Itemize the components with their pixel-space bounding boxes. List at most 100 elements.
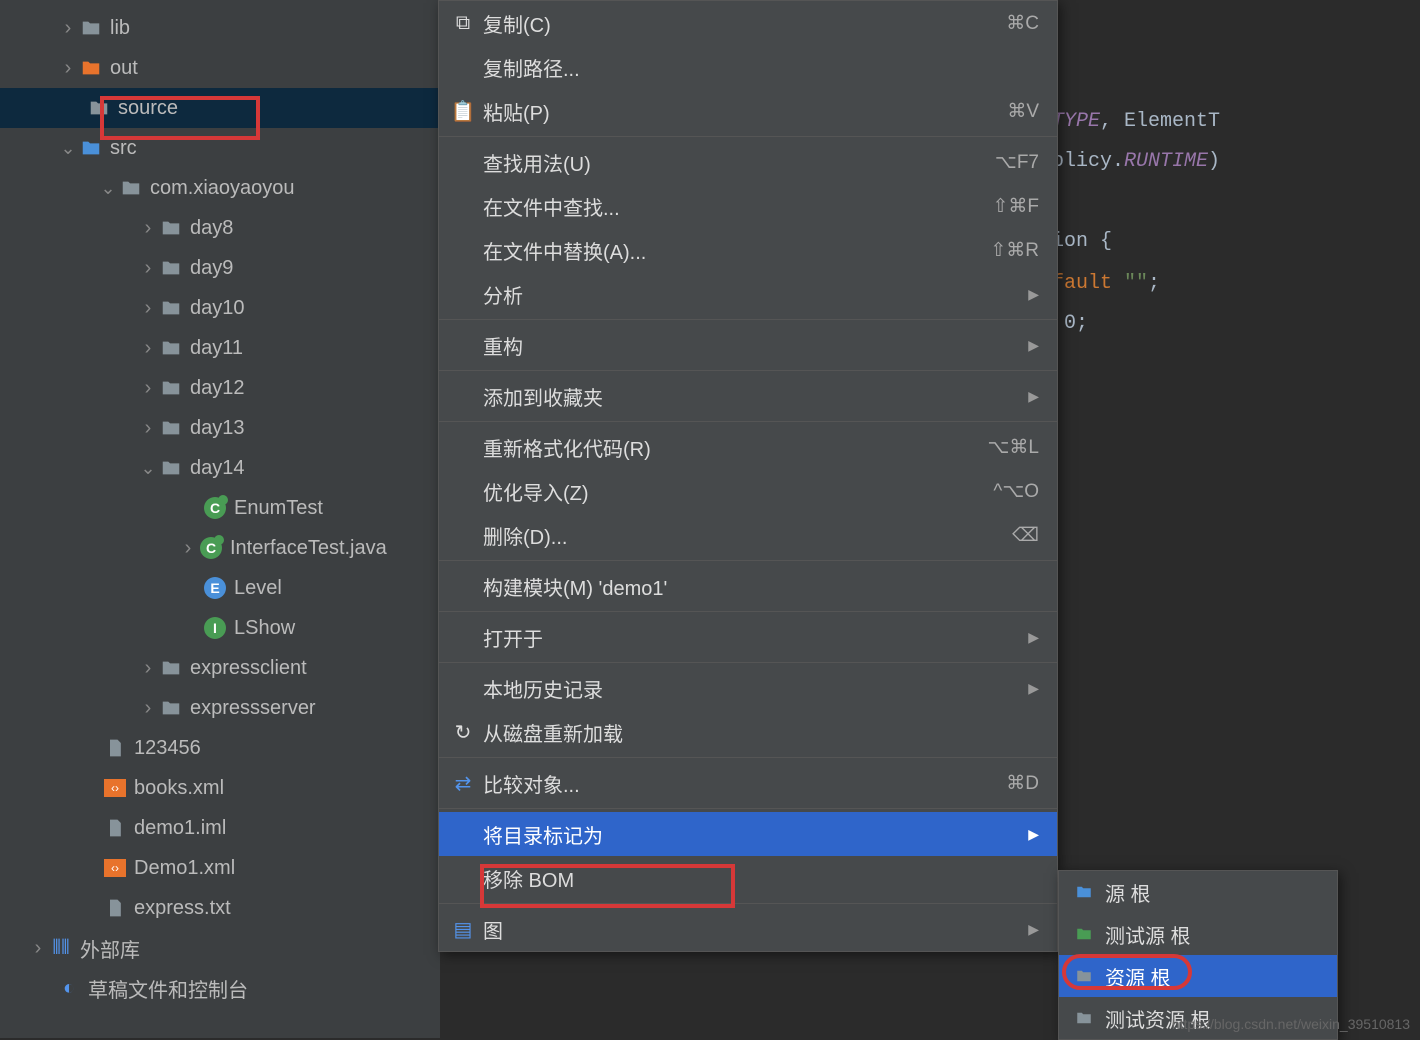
tree-item-lib[interactable]: lib (0, 8, 440, 48)
expand-arrow-icon[interactable] (140, 417, 156, 440)
menu-diagrams[interactable]: ▤ 图 ▶ (439, 907, 1057, 951)
annotation-box (480, 864, 735, 908)
package-icon (160, 257, 182, 279)
scratches-icon: ◐ (58, 977, 80, 999)
submenu-label: 源 根 (1105, 878, 1151, 907)
tree-label: day8 (190, 217, 233, 240)
tree-item-level[interactable]: E Level (0, 568, 440, 608)
menu-findusages[interactable]: 查找用法(U) ⌥F7 (439, 140, 1057, 184)
project-tree[interactable]: lib out source src com.xiaoyaoyou day8 d… (0, 0, 440, 1038)
menu-addfav[interactable]: 添加到收藏夹 ▶ (439, 374, 1057, 418)
menu-separator (439, 370, 1057, 371)
folder-icon (80, 57, 102, 79)
expand-arrow-icon[interactable] (140, 697, 156, 720)
package-icon (160, 417, 182, 439)
tree-item-interfacetest[interactable]: C InterfaceTest.java (0, 528, 440, 568)
package-icon (160, 697, 182, 719)
menu-paste[interactable]: 📋 粘贴(P) ⌘V (439, 89, 1057, 133)
expand-arrow-icon[interactable] (140, 337, 156, 360)
tree-item-expressserver[interactable]: expressserver (0, 688, 440, 728)
tree-item-scratches[interactable]: ◐ 草稿文件和控制台 (0, 968, 440, 1008)
tree-label: day10 (190, 297, 245, 320)
tree-label: 外部库 (80, 934, 140, 963)
tree-item-day11[interactable]: day11 (0, 328, 440, 368)
tree-label: day13 (190, 417, 245, 440)
xml-icon: ‹› (104, 779, 126, 797)
menu-localhistory[interactable]: 本地历史记录 ▶ (439, 666, 1057, 710)
menu-reload[interactable]: ↻ 从磁盘重新加载 (439, 710, 1057, 754)
submenu-testroot[interactable]: 测试源 根 (1059, 913, 1337, 955)
menu-openin[interactable]: 打开于 ▶ (439, 615, 1057, 659)
menu-separator (439, 808, 1057, 809)
submenu-arrow-icon: ▶ (1028, 286, 1039, 303)
menu-separator (439, 611, 1057, 612)
tree-item-day9[interactable]: day9 (0, 248, 440, 288)
expand-arrow-icon[interactable] (30, 937, 46, 960)
submenu-sourceroot[interactable]: 源 根 (1059, 871, 1337, 913)
menu-analyze[interactable]: 分析 ▶ (439, 272, 1057, 316)
watermark: https://blog.csdn.net/weixin_39510813 (1172, 1016, 1410, 1032)
expand-arrow-icon[interactable] (60, 57, 76, 80)
tree-item-demo1iml[interactable]: demo1.iml (0, 808, 440, 848)
menu-replaceinfiles[interactable]: 在文件中替换(A)... ⇧⌘R (439, 228, 1057, 272)
tree-label: day9 (190, 257, 233, 280)
tree-item-enumtest[interactable]: C EnumTest (0, 488, 440, 528)
collapse-arrow-icon[interactable] (140, 458, 156, 479)
tree-label: Demo1.xml (134, 857, 235, 880)
collapse-arrow-icon[interactable] (60, 138, 76, 159)
menu-optimize[interactable]: 优化导入(Z) ^⌥O (439, 469, 1057, 513)
annotation-box (100, 96, 260, 140)
tree-label: EnumTest (234, 497, 323, 520)
tree-item-demo1xml[interactable]: ‹› Demo1.xml (0, 848, 440, 888)
menu-reformat[interactable]: 重新格式化代码(R) ⌥⌘L (439, 425, 1057, 469)
expand-arrow-icon[interactable] (60, 17, 76, 40)
expand-arrow-icon[interactable] (180, 537, 196, 560)
tree-label: day11 (190, 337, 243, 360)
tree-label: InterfaceTest.java (230, 537, 387, 560)
tree-label: LShow (234, 617, 295, 640)
tree-item-external[interactable]: ⦀⦀ 外部库 (0, 928, 440, 968)
expand-arrow-icon[interactable] (140, 297, 156, 320)
tree-item-day12[interactable]: day12 (0, 368, 440, 408)
menu-markdir[interactable]: 将目录标记为 ▶ (439, 812, 1057, 856)
menu-copypath[interactable]: 复制路径... (439, 45, 1057, 89)
tree-label: 草稿文件和控制台 (88, 974, 248, 1003)
expand-arrow-icon[interactable] (140, 257, 156, 280)
menu-refactor[interactable]: 重构 ▶ (439, 323, 1057, 367)
tree-item-expressclient[interactable]: expressclient (0, 648, 440, 688)
menu-delete[interactable]: 删除(D)... ⌫ (439, 513, 1057, 557)
menu-findinfiles[interactable]: 在文件中查找... ⇧⌘F (439, 184, 1057, 228)
menu-buildmodule[interactable]: 构建模块(M) 'demo1' (439, 564, 1057, 608)
tree-label: Level (234, 577, 282, 600)
package-icon (160, 297, 182, 319)
enum-icon: E (204, 577, 226, 599)
tree-item-package[interactable]: com.xiaoyaoyou (0, 168, 440, 208)
tree-item-day8[interactable]: day8 (0, 208, 440, 248)
menu-separator (439, 560, 1057, 561)
menu-copy[interactable]: ⧉ 复制(C) ⌘C (439, 1, 1057, 45)
tree-item-day10[interactable]: day10 (0, 288, 440, 328)
tree-item-booksxml[interactable]: ‹› books.xml (0, 768, 440, 808)
expand-arrow-icon[interactable] (140, 217, 156, 240)
expand-arrow-icon[interactable] (140, 377, 156, 400)
collapse-arrow-icon[interactable] (100, 178, 116, 199)
tree-label: out (110, 57, 138, 80)
tree-item-day13[interactable]: day13 (0, 408, 440, 448)
tree-item-123456[interactable]: 123456 (0, 728, 440, 768)
submenu-arrow-icon: ▶ (1028, 921, 1039, 938)
menu-compare[interactable]: ⇄ 比较对象... ⌘D (439, 761, 1057, 805)
tree-label: express.txt (134, 897, 231, 920)
tree-item-lshow[interactable]: I LShow (0, 608, 440, 648)
file-icon (104, 817, 126, 839)
package-icon (120, 177, 142, 199)
tree-item-day14[interactable]: day14 (0, 448, 440, 488)
tree-item-out[interactable]: out (0, 48, 440, 88)
diagram-icon: ▤ (449, 917, 477, 942)
folder-icon (80, 137, 102, 159)
file-icon (104, 737, 126, 759)
tree-item-expresstxt[interactable]: express.txt (0, 888, 440, 928)
interface-icon: I (204, 617, 226, 639)
code-line: .TYPE, ElementT (1040, 110, 1220, 133)
expand-arrow-icon[interactable] (140, 657, 156, 680)
context-menu[interactable]: ⧉ 复制(C) ⌘C 复制路径... 📋 粘贴(P) ⌘V 查找用法(U) ⌥F… (438, 0, 1058, 952)
